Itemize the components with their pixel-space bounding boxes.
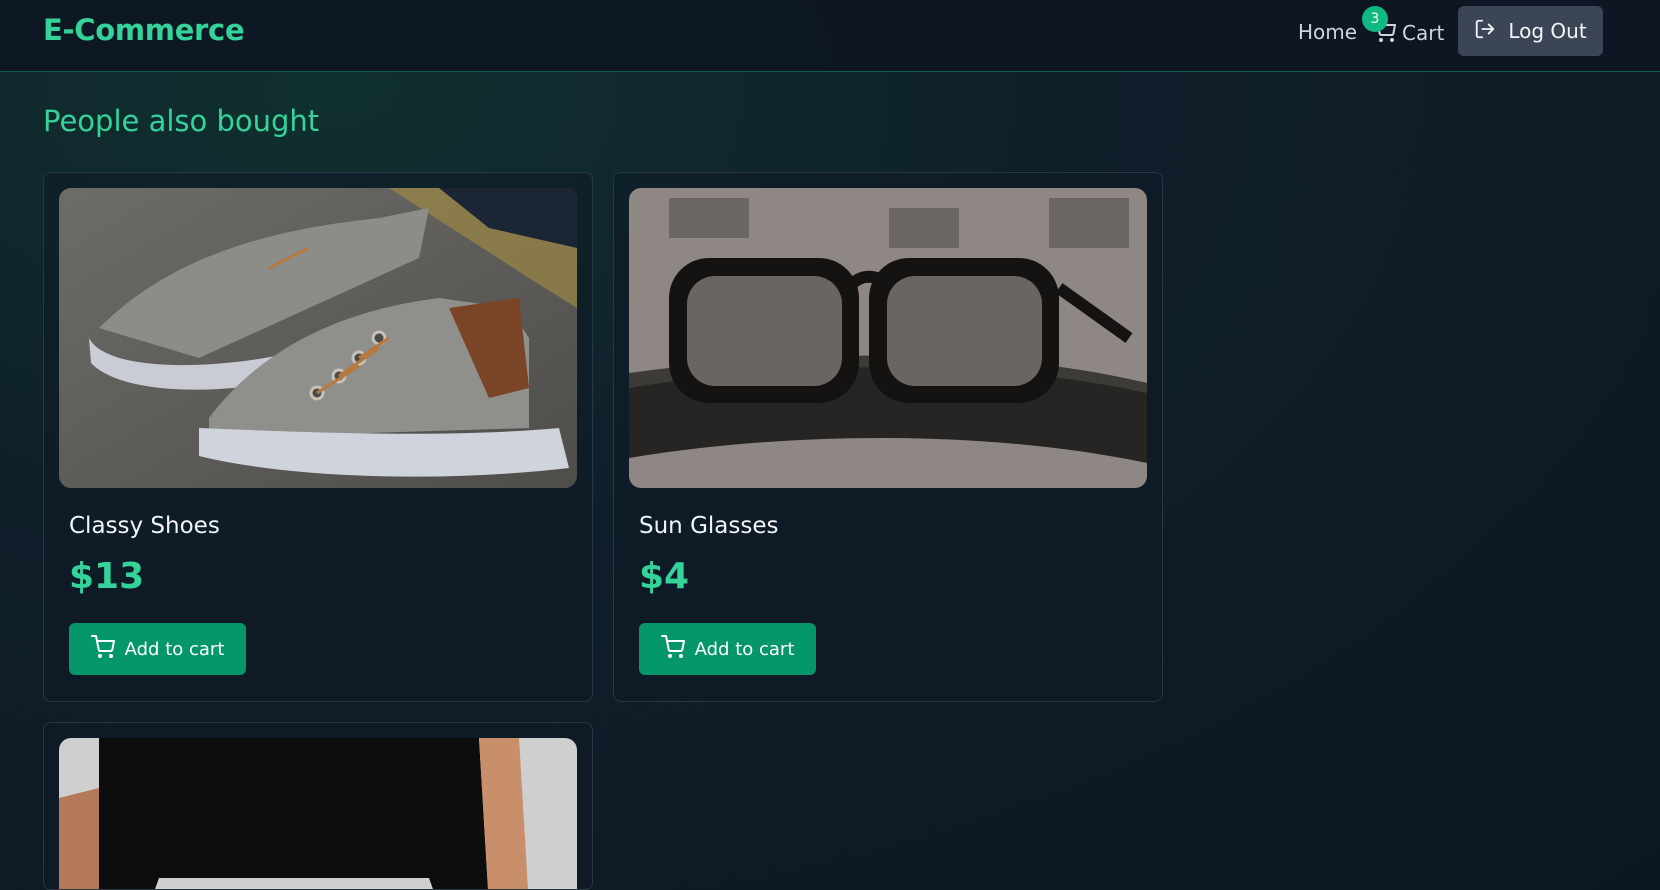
cart-count-badge: 3	[1362, 6, 1388, 32]
logout-label: Log Out	[1508, 19, 1587, 43]
brand-logo[interactable]: E-Commerce	[43, 13, 245, 47]
product-name: Sun Glasses	[639, 513, 779, 539]
product-name: Classy Shoes	[69, 513, 220, 539]
product-card	[43, 722, 593, 890]
add-to-cart-button[interactable]: Add to cart	[639, 623, 816, 675]
product-image-sunglasses	[629, 188, 1147, 488]
cart-icon	[660, 634, 685, 664]
product-card: Classy Shoes $13 Add to cart	[43, 172, 593, 702]
add-to-cart-label: Add to cart	[694, 638, 795, 660]
cart-label: Cart	[1402, 21, 1445, 45]
product-image-shoes	[59, 188, 577, 488]
product-price: $13	[69, 556, 145, 597]
section-title: People also bought	[43, 104, 320, 138]
cart-icon	[90, 634, 115, 664]
nav-home-link[interactable]: Home	[1298, 20, 1357, 44]
product-price: $4	[639, 556, 690, 597]
add-to-cart-label: Add to cart	[124, 638, 225, 660]
navbar: E-Commerce Home Cart 3 Log Out	[0, 0, 1660, 72]
product-card: Sun Glasses $4 Add to cart	[613, 172, 1163, 702]
logout-button[interactable]: Log Out	[1458, 6, 1603, 56]
logout-icon	[1474, 18, 1496, 45]
product-image-tshirt	[59, 738, 577, 889]
add-to-cart-button[interactable]: Add to cart	[69, 623, 246, 675]
